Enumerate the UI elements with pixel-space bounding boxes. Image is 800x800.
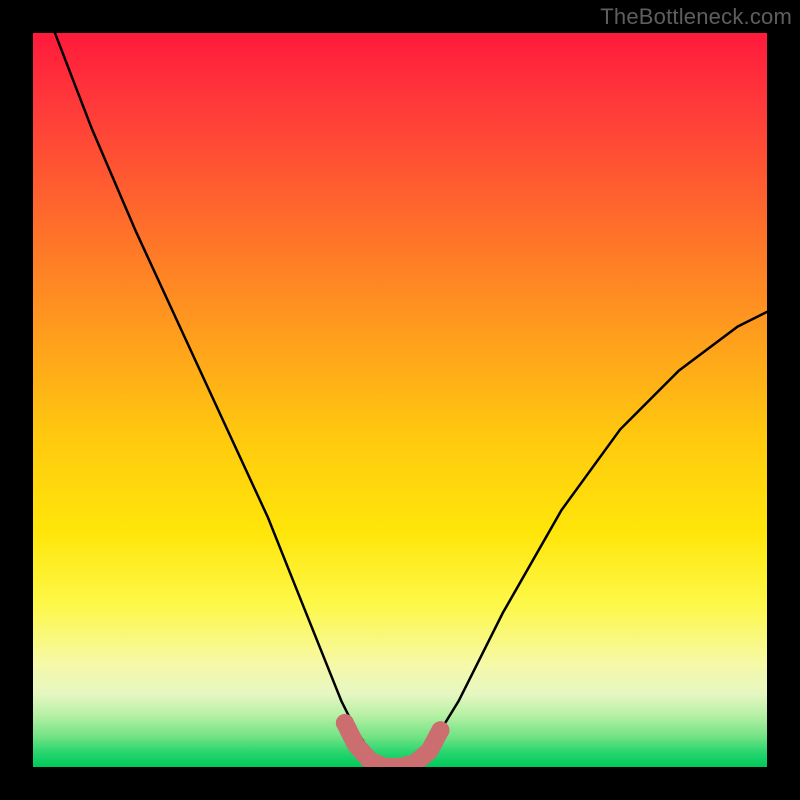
bottleneck-curve [55,33,767,767]
highlight-endpoint-left [336,714,354,732]
chart-canvas: TheBottleneck.com [0,0,800,800]
curve-svg [33,33,767,767]
watermark-text: TheBottleneck.com [600,4,792,30]
plot-area [33,33,767,767]
highlight-endpoint-right [431,721,449,739]
trough-highlight [345,723,441,767]
